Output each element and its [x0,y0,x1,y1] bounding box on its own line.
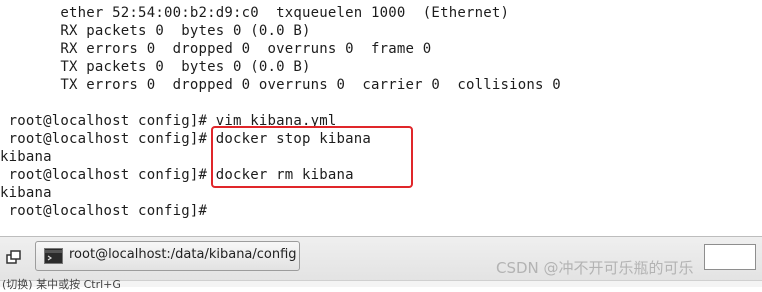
terminal-line: ether 52:54:00:b2:d9:c0 txqueuelen 1000 … [0,5,510,21]
terminal-line: kibana [0,185,52,201]
terminal-line: TX packets 0 bytes 0 (0.0 B) [0,59,311,75]
taskbar-window-title: root@localhost:/data/kibana/config [69,247,297,262]
status-hint: (切换) 某中或按 Ctrl+G [2,278,121,291]
terminal-icon [44,248,63,264]
workspace-switcher[interactable] [704,244,756,270]
terminal-window[interactable]: ether 52:54:00:b2:d9:c0 txqueuelen 1000 … [0,0,762,236]
terminal-line: RX packets 0 bytes 0 (0.0 B) [0,23,311,39]
terminal-line: RX errors 0 dropped 0 overruns 0 frame 0 [0,41,432,57]
terminal-line: kibana [0,149,52,165]
show-desktop-icon[interactable] [2,246,28,272]
command-highlight-box [211,126,413,188]
terminal-prompt-line[interactable]: root@localhost config]# [0,202,216,220]
watermark: CSDN @冲不开可乐瓶的可乐 [496,259,694,277]
terminal-line: TX errors 0 dropped 0 overruns 0 carrier… [0,77,561,93]
